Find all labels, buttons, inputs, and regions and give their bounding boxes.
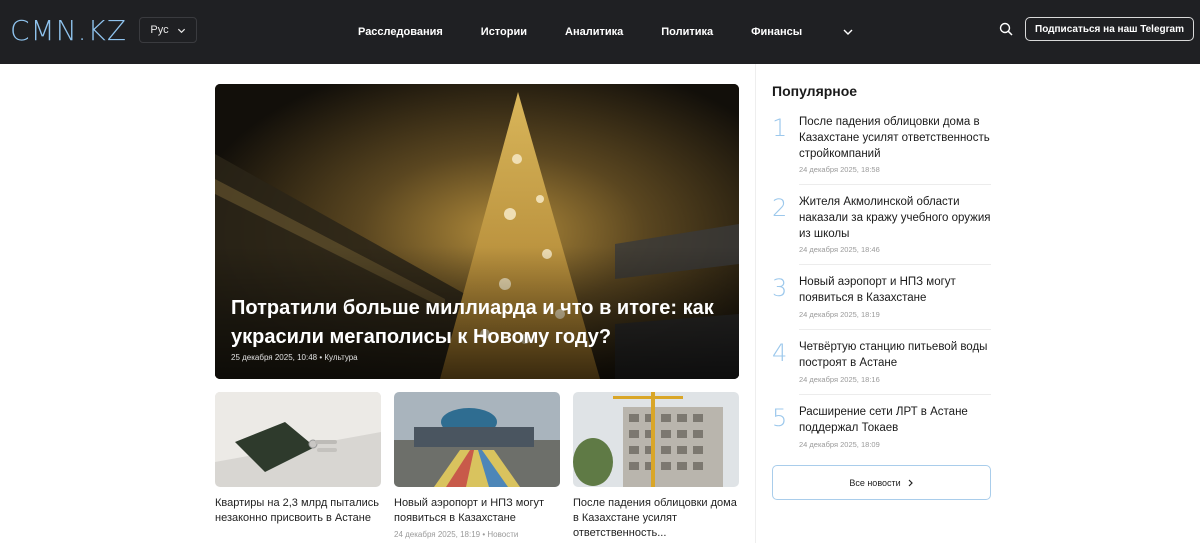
all-news-label: Все новости xyxy=(849,477,901,488)
news-card[interactable]: Квартиры на 2,3 млрд пытались незаконно … xyxy=(215,392,381,526)
popular-item-date: 24 декабря 2025, 18:09 xyxy=(799,440,880,449)
site-header: CMN.KZ Рус Расследования Истории Аналити… xyxy=(0,0,1200,64)
all-news-button[interactable]: Все новости xyxy=(772,465,991,500)
popular-item-date: 24 декабря 2025, 18:46 xyxy=(799,245,880,254)
popular-item-title[interactable]: Новый аэропорт и НПЗ могут появиться в К… xyxy=(799,274,991,306)
popular-separator xyxy=(799,394,991,395)
popular-item-date: 24 декабря 2025, 18:16 xyxy=(799,375,880,384)
hero-article[interactable]: Потратили больше миллиарда и что в итоге… xyxy=(215,84,739,379)
card-meta: 24 декабря 2025, 18:19 • Новости xyxy=(394,530,519,539)
hero-title[interactable]: Потратили больше миллиарда и что в итоге… xyxy=(231,294,721,352)
nav-finance[interactable]: Финансы xyxy=(751,26,802,38)
nav-stories[interactable]: Истории xyxy=(481,26,527,38)
popular-item[interactable]: 3 Новый аэропорт и НПЗ могут появиться в… xyxy=(772,274,991,322)
popular-item-number: 1 xyxy=(772,114,788,142)
chevron-down-icon xyxy=(177,28,185,33)
popular-item[interactable]: 5 Расширение сети ЛРТ в Астане поддержал… xyxy=(772,404,991,452)
chevron-right-icon xyxy=(908,479,913,486)
nav-politics[interactable]: Политика xyxy=(661,26,713,38)
column-divider xyxy=(755,64,756,543)
telegram-subscribe-button[interactable]: Подписаться на наш Telegram xyxy=(1025,17,1194,41)
card-image-keys xyxy=(215,392,381,487)
language-selector[interactable]: Рус xyxy=(139,17,197,43)
news-card[interactable]: Новый аэропорт и НПЗ могут появиться в К… xyxy=(394,392,560,539)
popular-separator xyxy=(799,264,991,265)
logo[interactable]: CMN.KZ xyxy=(10,13,127,47)
popular-item[interactable]: 4 Четвёртую станцию питьевой воды постро… xyxy=(772,339,991,387)
popular-item-title[interactable]: Четвёртую станцию питьевой воды построят… xyxy=(799,339,991,371)
card-title[interactable]: Квартиры на 2,3 млрд пытались незаконно … xyxy=(215,496,381,526)
popular-item-title[interactable]: Расширение сети ЛРТ в Астане поддержал Т… xyxy=(799,404,991,436)
nav-analytics[interactable]: Аналитика xyxy=(565,26,623,38)
popular-item-date: 24 декабря 2025, 18:58 xyxy=(799,165,880,174)
popular-separator xyxy=(799,329,991,330)
popular-separator xyxy=(799,184,991,185)
nav-investigations[interactable]: Расследования xyxy=(358,26,443,38)
nav-more-chevron-down-icon[interactable] xyxy=(842,26,854,38)
language-label: Рус xyxy=(150,24,169,36)
popular-item-title[interactable]: Жителя Акмолинской области наказали за к… xyxy=(799,194,991,242)
popular-item-number: 2 xyxy=(772,194,788,222)
card-image-building xyxy=(573,392,739,487)
hero-meta: 25 декабря 2025, 10:48 • Культура xyxy=(231,353,358,362)
popular-item-number: 3 xyxy=(772,274,788,302)
popular-item[interactable]: 2 Жителя Акмолинской области наказали за… xyxy=(772,194,991,258)
card-image-airport xyxy=(394,392,560,487)
popular-item-date: 24 декабря 2025, 18:19 xyxy=(799,310,880,319)
popular-item-number: 5 xyxy=(772,404,788,432)
card-title[interactable]: После падения облицовки дома в Казахстан… xyxy=(573,496,739,541)
card-title[interactable]: Новый аэропорт и НПЗ могут появиться в К… xyxy=(394,496,560,526)
popular-item[interactable]: 1 После падения облицовки дома в Казахст… xyxy=(772,114,991,178)
popular-item-title[interactable]: После падения облицовки дома в Казахстан… xyxy=(799,114,991,162)
popular-item-number: 4 xyxy=(772,339,788,367)
logo-text: CMN.KZ xyxy=(10,13,128,47)
popular-heading: Популярное xyxy=(772,83,858,99)
main-nav: Расследования Истории Аналитика Политика… xyxy=(358,0,854,64)
search-icon[interactable] xyxy=(999,22,1013,36)
news-card[interactable]: После падения облицовки дома в Казахстан… xyxy=(573,392,739,541)
